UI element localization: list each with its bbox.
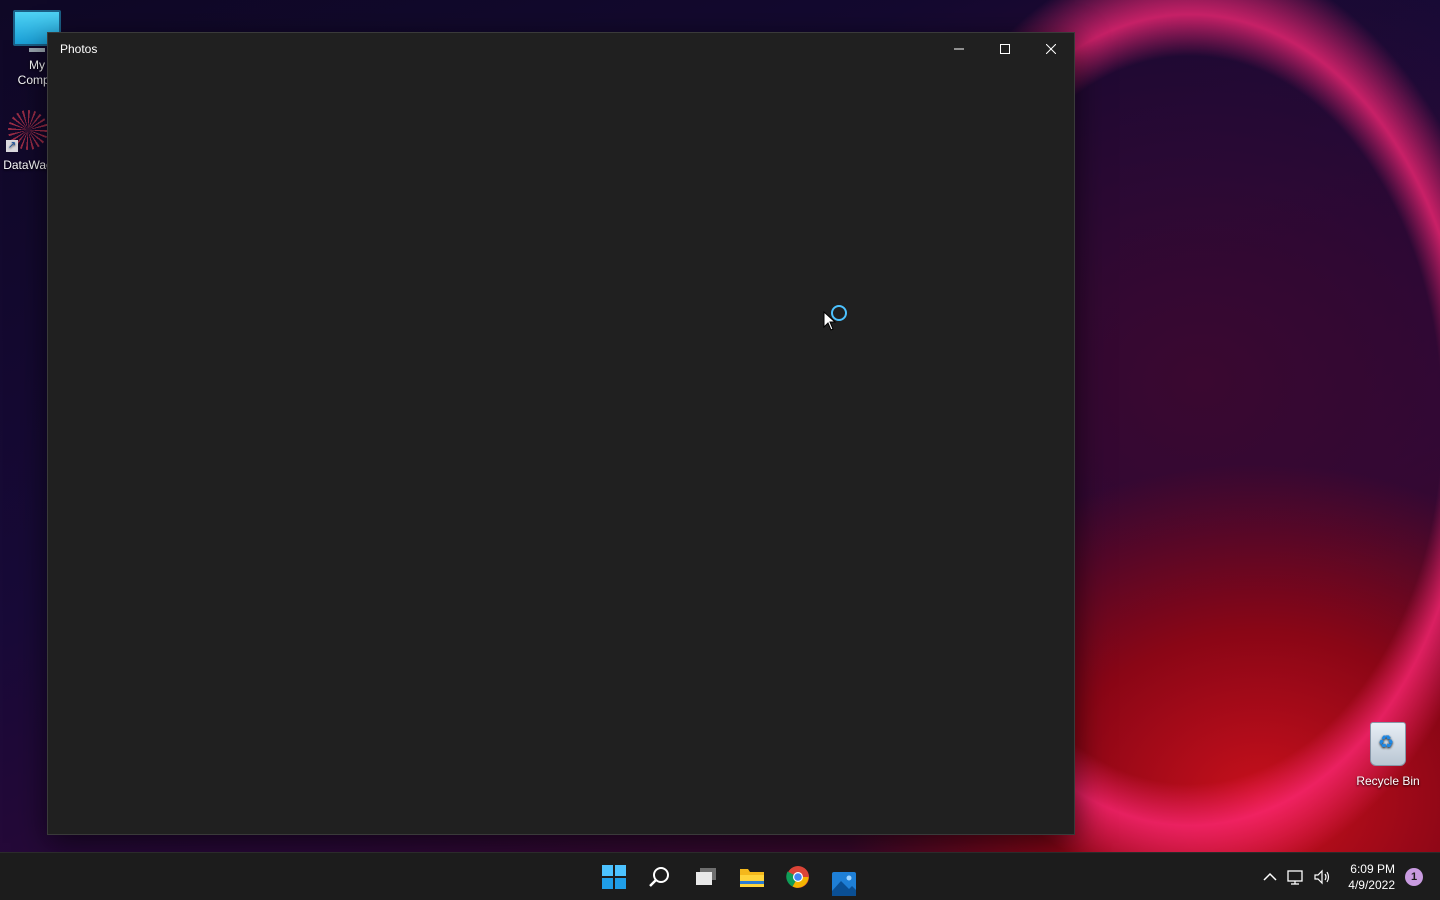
window-titlebar[interactable]: Photos [48, 33, 1074, 65]
network-button[interactable] [1284, 865, 1308, 889]
recycle-bin-icon: ♻ [1370, 722, 1406, 766]
maximize-button[interactable] [982, 33, 1028, 65]
close-button[interactable] [1028, 33, 1074, 65]
close-icon [1046, 44, 1056, 54]
clock-date: 4/9/2022 [1348, 878, 1395, 892]
task-view-button[interactable] [686, 857, 726, 897]
network-icon [1287, 870, 1303, 885]
chrome-button[interactable] [778, 857, 818, 897]
show-hidden-icons-button[interactable] [1258, 865, 1282, 889]
desktop: My Compu ↗ DataWag ♻ Recycle Bin Photos [0, 0, 1440, 852]
taskbar-clock[interactable]: 6:09 PM 4/9/2022 [1348, 861, 1395, 893]
desktop-icon-label: Recycle Bin [1356, 774, 1420, 788]
windows-start-icon [602, 865, 626, 889]
system-tray: 6:09 PM 4/9/2022 1 [1258, 853, 1440, 900]
minimize-button[interactable] [936, 33, 982, 65]
photos-window[interactable]: Photos [47, 32, 1075, 835]
chevron-up-icon [1263, 872, 1277, 881]
photos-icon [832, 872, 856, 896]
taskbar: 6:09 PM 4/9/2022 1 [0, 852, 1440, 900]
datawag-icon: ↗ [6, 110, 48, 152]
chrome-icon [786, 866, 809, 888]
search-icon [649, 867, 669, 887]
clock-time: 6:09 PM [1350, 862, 1395, 876]
window-controls [936, 33, 1074, 65]
volume-button[interactable] [1310, 865, 1334, 889]
taskbar-apps [594, 853, 864, 900]
shortcut-arrow-icon: ↗ [6, 140, 18, 152]
maximize-icon [1000, 44, 1010, 54]
search-button[interactable] [640, 857, 680, 897]
task-view-icon [696, 868, 716, 885]
volume-icon [1314, 869, 1330, 885]
notification-badge[interactable]: 1 [1405, 868, 1423, 886]
desktop-icon-recycle-bin[interactable]: ♻ Recycle Bin [1348, 722, 1428, 789]
file-explorer-button[interactable] [732, 857, 772, 897]
start-button[interactable] [594, 857, 634, 897]
minimize-icon [954, 48, 964, 50]
photos-taskbar-button[interactable] [824, 857, 864, 897]
mouse-cursor-icon [823, 311, 837, 331]
folder-icon [740, 869, 764, 887]
window-title: Photos [60, 42, 98, 56]
